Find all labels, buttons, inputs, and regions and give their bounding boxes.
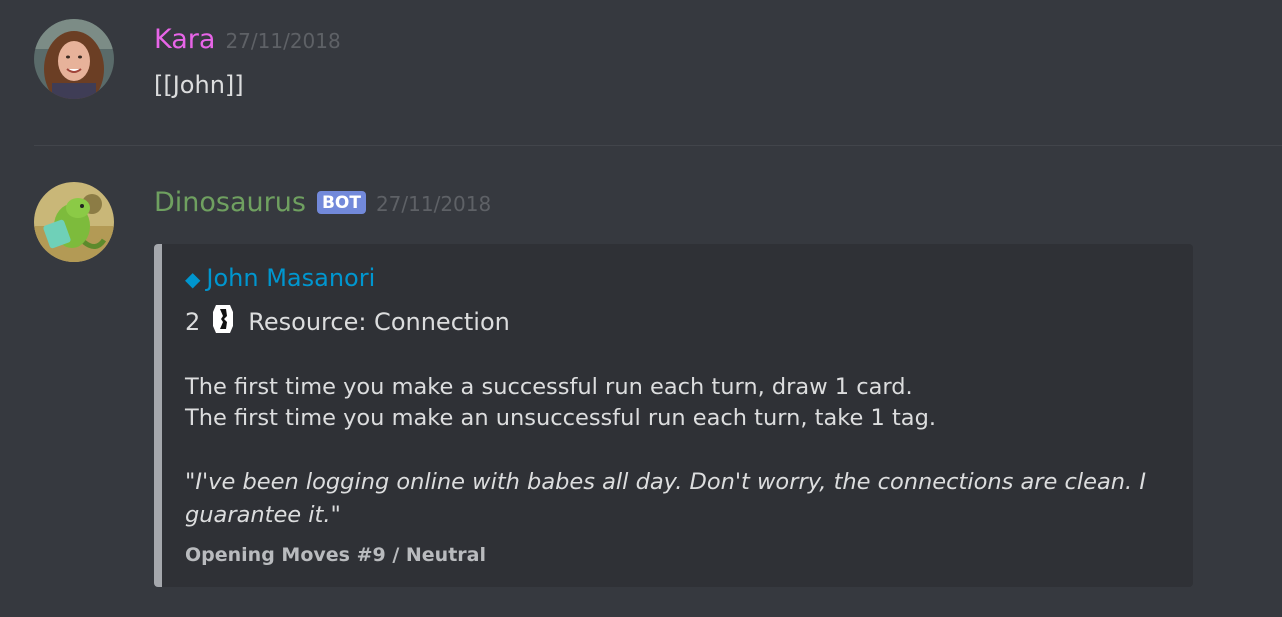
avatar-image-kara <box>34 19 114 99</box>
message-timestamp: 27/11/2018 <box>375 192 492 216</box>
card-type: Resource: Connection <box>248 308 510 336</box>
message-text: [[John]] <box>154 71 244 99</box>
embed-title-link[interactable]: ◆ John Masanori <box>185 264 1173 292</box>
ability-line: The first time you make a successful run… <box>185 374 913 400</box>
card-embed: ◆ John Masanori 2 Resource: Connection Th… <box>154 244 1193 587</box>
message-timestamp: 27/11/2018 <box>225 29 341 53</box>
credit-icon <box>212 304 234 340</box>
card-ability-text: The first time you make a successful run… <box>185 372 1173 434</box>
card-cost: 2 <box>185 308 201 336</box>
bot-badge: BOT <box>316 191 366 214</box>
card-flavor-text: "I've been logging online with babes all… <box>185 469 1146 528</box>
diamond-icon: ◆ <box>185 267 201 291</box>
message-divider <box>34 145 1282 146</box>
embed-title-text: John Masanori <box>206 264 376 292</box>
embed-type-line: 2 Resource: Connection <box>185 304 1173 340</box>
ability-line: The first time you make an unsuccessful … <box>185 405 937 431</box>
embed-footer: Opening Moves #9 / Neutral <box>185 544 486 566</box>
user-avatar-kara[interactable] <box>34 19 114 99</box>
username-kara[interactable]: Kara <box>154 24 215 55</box>
username-dinosaurus[interactable]: Dinosaurus <box>154 187 306 218</box>
user-avatar-dinosaurus[interactable] <box>34 182 114 262</box>
avatar-image-dinosaurus <box>34 182 114 262</box>
